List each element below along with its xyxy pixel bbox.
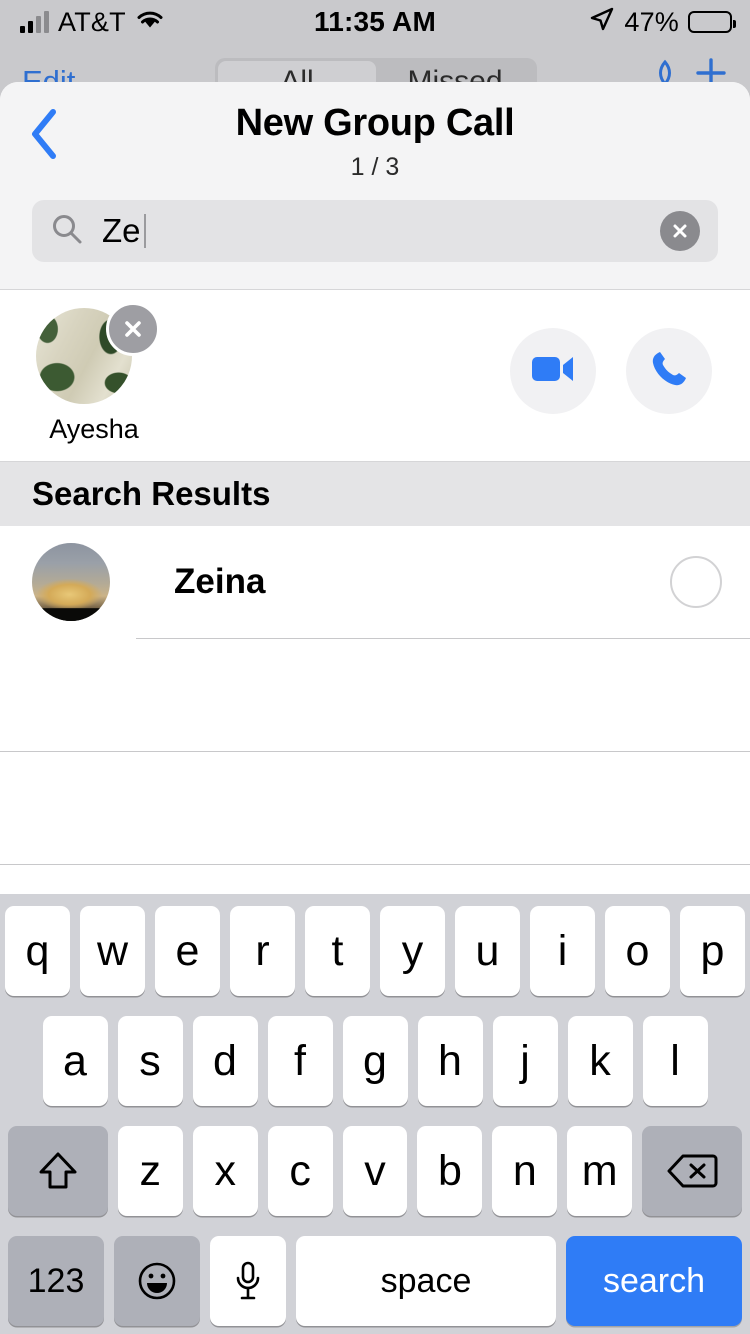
- key-r[interactable]: r: [230, 906, 295, 996]
- key-i[interactable]: i: [530, 906, 595, 996]
- remove-x-icon[interactable]: [106, 302, 160, 356]
- page-subtitle: 1 / 3: [350, 153, 400, 181]
- key-b[interactable]: b: [417, 1126, 483, 1216]
- key-q[interactable]: q: [5, 906, 70, 996]
- space-key[interactable]: space: [296, 1236, 556, 1326]
- wifi-icon: [135, 7, 165, 38]
- search-input-value[interactable]: Ze: [84, 212, 660, 250]
- selected-participants-strip: Ayesha: [0, 290, 750, 462]
- key-d[interactable]: d: [192, 1016, 258, 1106]
- key-f[interactable]: f: [267, 1016, 333, 1106]
- audio-call-button[interactable]: [626, 328, 712, 414]
- key-v[interactable]: v: [342, 1126, 408, 1216]
- keyboard-row-4: 123 space search: [0, 1236, 750, 1326]
- avatar: [32, 543, 110, 621]
- backspace-icon[interactable]: [642, 1126, 743, 1216]
- search-bar[interactable]: Ze: [32, 200, 718, 262]
- key-y[interactable]: y: [380, 906, 445, 996]
- carrier-label: AT&T: [58, 6, 126, 37]
- microphone-icon[interactable]: [210, 1236, 286, 1326]
- call-action-buttons: [510, 328, 712, 414]
- keyboard-row-3: z x c v b n m: [0, 1126, 750, 1216]
- key-c[interactable]: c: [267, 1126, 333, 1216]
- key-n[interactable]: n: [492, 1126, 558, 1216]
- participant-name: Ayesha: [49, 414, 139, 444]
- key-m[interactable]: m: [567, 1126, 633, 1216]
- empty-list-row: [0, 639, 750, 751]
- key-p[interactable]: p: [680, 906, 745, 996]
- search-icon: [50, 212, 84, 251]
- key-x[interactable]: x: [192, 1126, 258, 1216]
- phone-icon: [649, 349, 689, 394]
- video-call-button[interactable]: [510, 328, 596, 414]
- key-z[interactable]: z: [117, 1126, 183, 1216]
- numbers-key[interactable]: 123: [8, 1236, 104, 1326]
- key-w[interactable]: w: [80, 906, 145, 996]
- empty-list-row: [0, 752, 750, 864]
- signal-bars-icon: [20, 11, 49, 33]
- new-group-call-sheet: New Group Call 1 / 3 Ze Ayesha Search Re…: [0, 82, 750, 1334]
- key-g[interactable]: g: [342, 1016, 408, 1106]
- page-title: New Group Call: [235, 102, 515, 144]
- list-item[interactable]: Zeina: [0, 526, 750, 638]
- sheet-header: New Group Call 1 / 3 Ze: [0, 82, 750, 290]
- key-j[interactable]: j: [492, 1016, 558, 1106]
- key-a[interactable]: a: [42, 1016, 108, 1106]
- section-title: Search Results: [32, 475, 271, 512]
- chevron-left-icon[interactable]: [14, 104, 74, 164]
- keyboard-row-2: a s d f g h j k l: [0, 1016, 750, 1106]
- search-return-key[interactable]: search: [566, 1236, 742, 1326]
- key-s[interactable]: s: [117, 1016, 183, 1106]
- location-arrow-icon: [589, 6, 615, 39]
- key-e[interactable]: e: [155, 906, 220, 996]
- key-o[interactable]: o: [605, 906, 670, 996]
- key-k[interactable]: k: [567, 1016, 633, 1106]
- status-bar: AT&T 11:35 AM 47%: [0, 0, 750, 44]
- battery-icon: [688, 11, 736, 33]
- key-u[interactable]: u: [455, 906, 520, 996]
- search-input-text: Ze: [102, 212, 141, 249]
- key-t[interactable]: t: [305, 906, 370, 996]
- shift-arrow-icon[interactable]: [7, 1126, 108, 1216]
- search-results-list: Zeina: [0, 526, 750, 865]
- status-time: 11:35 AM: [314, 6, 436, 37]
- video-camera-icon: [530, 352, 576, 391]
- unchecked-circle-icon[interactable]: [670, 556, 722, 608]
- clear-circle-icon[interactable]: [660, 211, 700, 251]
- key-l[interactable]: l: [642, 1016, 708, 1106]
- emoji-smiley-icon[interactable]: [114, 1236, 200, 1326]
- text-caret: [143, 214, 146, 248]
- battery-percent: 47%: [624, 6, 679, 37]
- phone-screen: AT&T 11:35 AM 47% New Group Call 1 / 3 Z…: [0, 0, 750, 1334]
- participant-chip[interactable]: Ayesha: [36, 302, 160, 445]
- on-screen-keyboard: q w e r t y u i o p a s d f g h j k l z …: [0, 894, 750, 1334]
- row-separator: [0, 864, 750, 865]
- contact-name: Zeina: [174, 562, 266, 601]
- search-results-header: Search Results: [0, 462, 750, 526]
- keyboard-row-1: q w e r t y u i o p: [0, 906, 750, 996]
- key-h[interactable]: h: [417, 1016, 483, 1106]
